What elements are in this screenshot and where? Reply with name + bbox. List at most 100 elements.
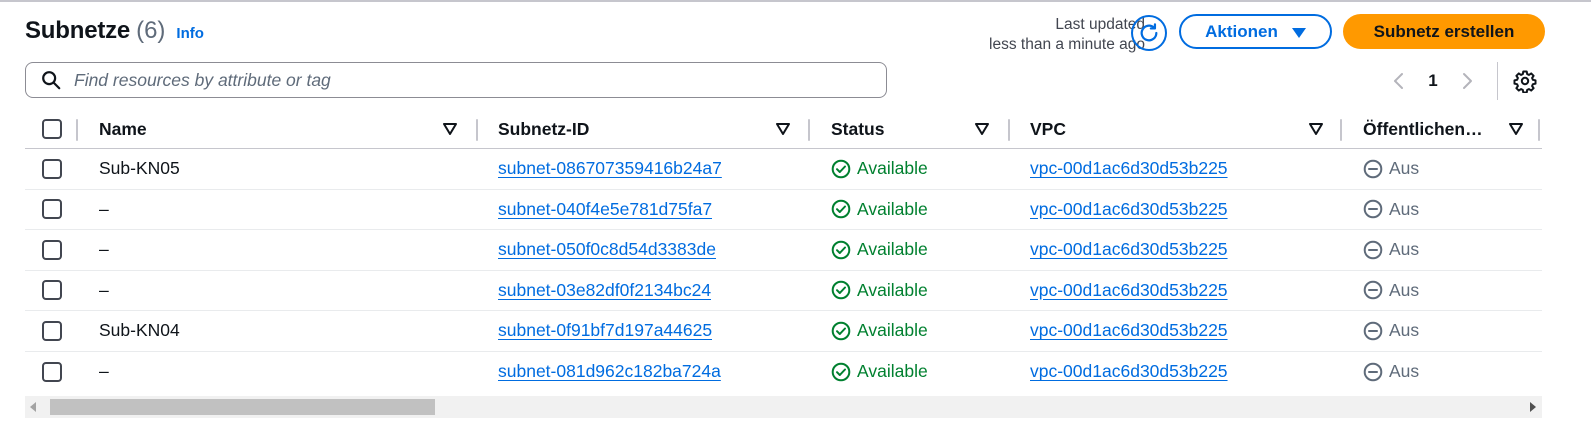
subnet-id-link[interactable]: subnet-0f91bf7d197a44625 — [498, 311, 712, 351]
last-updated-value: less than a minute ago — [989, 36, 1145, 53]
public-ip-text: Aus — [1389, 158, 1420, 179]
page-number[interactable]: 1 — [1413, 71, 1453, 91]
vpc-link[interactable]: vpc-00d1ac6d30d53b225 — [1030, 352, 1228, 393]
column-separator[interactable] — [1008, 119, 1010, 141]
minus-circle-icon — [1363, 362, 1383, 382]
table-header: Name Subnetz-ID Status VPC Öffentlichen… — [25, 110, 1542, 149]
name-cell: Sub-KN04 — [99, 320, 180, 341]
info-link[interactable]: Info — [176, 25, 204, 42]
table-row[interactable]: – subnet-081d962c182ba724a Available vpc… — [25, 352, 1542, 393]
row-checkbox[interactable] — [42, 239, 62, 260]
row-checkbox[interactable] — [42, 158, 62, 179]
subnets-table: Name Subnetz-ID Status VPC Öffentlichen…… — [25, 110, 1542, 392]
vpc-link[interactable]: vpc-00d1ac6d30d53b225 — [1030, 190, 1228, 230]
table-row[interactable]: Sub-KN05 subnet-086707359416b24a7 Availa… — [25, 149, 1542, 190]
check-circle-icon — [831, 199, 851, 219]
table-row[interactable]: – subnet-050f0c8d54d3383de Available vpc… — [25, 230, 1542, 271]
column-separator[interactable] — [76, 119, 78, 141]
row-select-cell — [42, 149, 62, 189]
public-ip-cell: Aus — [1363, 352, 1419, 393]
table-body: Sub-KN05 subnet-086707359416b24a7 Availa… — [25, 149, 1542, 392]
sort-icon[interactable] — [1308, 122, 1324, 136]
column-header-status[interactable]: Status — [831, 110, 884, 148]
public-ip-cell: Aus — [1363, 149, 1419, 189]
row-checkbox[interactable] — [42, 280, 62, 301]
page-header: Subnetze (6) Info Last updated less than… — [25, 14, 1591, 54]
public-ip-text: Aus — [1389, 279, 1420, 300]
next-page-button[interactable] — [1453, 67, 1481, 95]
vpc-link[interactable]: vpc-00d1ac6d30d53b225 — [1030, 271, 1228, 311]
subnet-id-link[interactable]: subnet-050f0c8d54d3383de — [498, 230, 716, 270]
refresh-icon — [1140, 23, 1158, 42]
column-header-public[interactable]: Öffentlichen… — [1363, 110, 1503, 148]
sort-icon[interactable] — [442, 122, 458, 136]
status-cell: Available — [831, 149, 928, 189]
minus-circle-icon — [1363, 159, 1383, 179]
status-cell: Available — [831, 352, 928, 393]
public-ip-cell: Aus — [1363, 230, 1419, 270]
row-checkbox[interactable] — [42, 361, 62, 382]
row-select-cell — [42, 271, 62, 311]
check-circle-icon — [831, 362, 851, 382]
scroll-right-icon[interactable] — [1530, 402, 1536, 412]
status-text: Available — [857, 239, 928, 260]
public-ip-text: Aus — [1389, 361, 1420, 382]
vpc-link[interactable]: vpc-00d1ac6d30d53b225 — [1030, 230, 1228, 270]
sort-icon[interactable] — [1508, 122, 1524, 136]
public-ip-text: Aus — [1389, 239, 1420, 260]
check-circle-icon — [831, 240, 851, 260]
column-header-subnet-id[interactable]: Subnetz-ID — [498, 110, 589, 148]
pagination: 1 — [1385, 66, 1481, 96]
status-cell: Available — [831, 271, 928, 311]
name-cell: – — [99, 279, 109, 300]
status-text: Available — [857, 158, 928, 179]
minus-circle-icon — [1363, 199, 1383, 219]
column-header-name[interactable]: Name — [99, 110, 147, 148]
caret-down-icon — [1291, 27, 1306, 38]
title-group: Subnetze (6) Info — [25, 17, 204, 45]
table-settings-button[interactable] — [1511, 67, 1539, 95]
column-separator[interactable] — [1538, 119, 1540, 141]
vpc-link[interactable]: vpc-00d1ac6d30d53b225 — [1030, 311, 1228, 351]
public-ip-cell: Aus — [1363, 190, 1419, 230]
refresh-button[interactable] — [1131, 15, 1167, 51]
subnet-count: (6) — [136, 17, 166, 44]
row-select-cell — [42, 311, 62, 351]
horizontal-scrollbar[interactable] — [25, 396, 1542, 418]
row-checkbox[interactable] — [42, 320, 62, 341]
last-updated-label: Last updated — [1055, 16, 1145, 33]
subnet-id-link[interactable]: subnet-03e82df0f2134bc24 — [498, 271, 711, 311]
vpc-link[interactable]: vpc-00d1ac6d30d53b225 — [1030, 149, 1228, 189]
public-ip-text: Aus — [1389, 198, 1420, 219]
column-separator[interactable] — [1340, 119, 1342, 141]
select-all-checkbox[interactable] — [42, 119, 62, 139]
sort-icon[interactable] — [775, 122, 791, 136]
column-header-vpc[interactable]: VPC — [1030, 110, 1066, 148]
status-cell: Available — [831, 190, 928, 230]
search-input[interactable] — [74, 69, 854, 91]
create-subnet-button[interactable]: Subnetz erstellen — [1343, 14, 1545, 49]
actions-dropdown-button[interactable]: Aktionen — [1179, 14, 1332, 49]
subnet-id-link[interactable]: subnet-086707359416b24a7 — [498, 149, 722, 189]
status-text: Available — [857, 279, 928, 300]
subnet-id-link[interactable]: subnet-081d962c182ba724a — [498, 352, 721, 393]
name-cell: – — [99, 198, 109, 219]
previous-page-button[interactable] — [1385, 67, 1413, 95]
page-title: Subnetze — [25, 17, 131, 44]
row-select-cell — [42, 230, 62, 270]
minus-circle-icon — [1363, 321, 1383, 341]
row-checkbox[interactable] — [42, 199, 62, 220]
scrollbar-thumb[interactable] — [50, 399, 435, 415]
table-row[interactable]: Sub-KN04 subnet-0f91bf7d197a44625 Availa… — [25, 311, 1542, 352]
column-separator[interactable] — [476, 119, 478, 141]
search-icon — [42, 71, 61, 90]
table-row[interactable]: – subnet-03e82df0f2134bc24 Available vpc… — [25, 271, 1542, 311]
row-select-cell — [42, 352, 62, 393]
column-separator[interactable] — [808, 119, 810, 141]
subnet-id-link[interactable]: subnet-040f4e5e781d75fa7 — [498, 190, 712, 230]
table-row[interactable]: – subnet-040f4e5e781d75fa7 Available vpc… — [25, 190, 1542, 230]
scroll-left-icon[interactable] — [30, 402, 36, 412]
name-cell: Sub-KN05 — [99, 158, 180, 179]
sort-icon[interactable] — [974, 122, 990, 136]
check-circle-icon — [831, 280, 851, 300]
